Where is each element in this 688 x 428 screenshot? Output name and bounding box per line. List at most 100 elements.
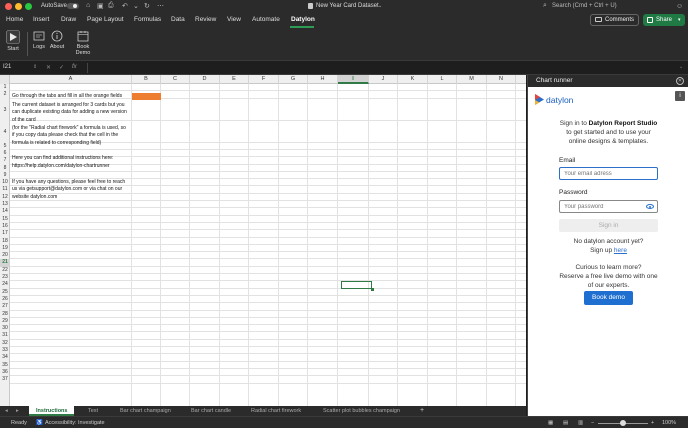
row-header-26[interactable]: 26	[0, 296, 10, 303]
sign-in-button[interactable]: Sign in	[559, 219, 658, 232]
row-header-7[interactable]: 7	[0, 157, 10, 164]
sheet-tab-scatter-plot-bubbles[interactable]: Scatter plot bubbles champaign	[323, 408, 400, 414]
expand-formula-icon[interactable]: ⌄	[679, 64, 683, 70]
tab-view[interactable]: View	[227, 16, 241, 23]
zoom-level[interactable]: 100%	[662, 420, 676, 426]
row-header-13[interactable]: 13	[0, 201, 10, 208]
add-sheet-icon[interactable]: +	[420, 407, 424, 414]
row-header-1[interactable]: 1	[0, 84, 10, 91]
tab-automate[interactable]: Automate	[252, 16, 280, 23]
row-header-18[interactable]: 18	[0, 238, 10, 245]
scroll-left-icon[interactable]: ◂	[5, 408, 8, 414]
column-header-g[interactable]: G	[279, 75, 308, 84]
print-icon[interactable]: ⎙	[108, 2, 114, 10]
row-header-36[interactable]: 36	[0, 369, 10, 376]
document-title[interactable]: New Year Card Dataset	[316, 3, 379, 9]
row-header-5[interactable]: 5	[0, 143, 10, 150]
insert-function-icon[interactable]: fx	[72, 64, 77, 70]
tab-data[interactable]: Data	[171, 16, 185, 23]
name-box-stepper-icon[interactable]: ⇕	[33, 64, 37, 70]
row-header-30[interactable]: 30	[0, 325, 10, 332]
cell-a9-line2[interactable]: us via getsupport@datylon.com or via cha…	[12, 186, 122, 193]
column-header-m[interactable]: M	[457, 75, 487, 84]
row-header-17[interactable]: 17	[0, 230, 10, 237]
tab-formulas[interactable]: Formulas	[134, 16, 161, 23]
autosave-toggle[interactable]	[67, 3, 79, 9]
spreadsheet-grid[interactable]: ABCDEFGHIJKLMN 1 2 3 4 5 6 7 8 9 10 11 12 13 14 15 16 17…	[0, 75, 526, 406]
row-header-35[interactable]: 35	[0, 362, 10, 369]
row-header-24[interactable]: 24	[0, 281, 10, 288]
home-icon[interactable]: ⌂	[86, 2, 90, 9]
row-header-22[interactable]: 22	[0, 267, 10, 274]
cancel-formula-icon[interactable]: ✕	[46, 64, 51, 71]
row-header-12[interactable]: 12	[0, 194, 10, 201]
sheet-tab-bar-chart-champaign[interactable]: Bar chart champaign	[120, 408, 171, 414]
row-header-33[interactable]: 33	[0, 347, 10, 354]
tab-datylon[interactable]: Datylon	[291, 16, 315, 23]
undo-icon[interactable]: ↶	[122, 2, 128, 10]
row-header-20[interactable]: 20	[0, 252, 10, 259]
row-header-6[interactable]: 6	[0, 150, 10, 157]
tab-page-layout[interactable]: Page Layout	[87, 16, 124, 23]
column-header-d[interactable]: D	[190, 75, 220, 84]
column-header-e[interactable]: E	[220, 75, 249, 84]
column-header-i[interactable]: I	[338, 75, 369, 84]
column-header-a[interactable]: A	[10, 75, 132, 84]
tab-draw[interactable]: Draw	[61, 16, 76, 23]
row-header-2[interactable]: 2	[0, 91, 10, 98]
row-header-16[interactable]: 16	[0, 223, 10, 230]
row-header-32[interactable]: 32	[0, 340, 10, 347]
row-header-23[interactable]: 23	[0, 274, 10, 281]
cell-a4-line2[interactable]: if you copy data please check that the c…	[12, 132, 118, 139]
signup-link[interactable]: here	[614, 247, 627, 254]
close-window-button[interactable]	[5, 3, 12, 10]
row-header-4[interactable]: 4	[0, 121, 10, 143]
sheet-tab-bar-chart-candle[interactable]: Bar chart candle	[191, 408, 231, 414]
column-header-b[interactable]: B	[132, 75, 161, 84]
row-header-28[interactable]: 28	[0, 311, 10, 318]
cell-a6[interactable]: Here you can find additional instruction…	[12, 155, 113, 162]
row-header-27[interactable]: 27	[0, 303, 10, 310]
row-header-29[interactable]: 29	[0, 318, 10, 325]
row-header-11[interactable]: 11	[0, 186, 10, 193]
book-demo-ribbon-button[interactable]: Book Demo	[74, 30, 92, 56]
row-header-10[interactable]: 10	[0, 179, 10, 186]
row-header-9[interactable]: 9	[0, 172, 10, 179]
email-input[interactable]	[559, 167, 658, 180]
undo-dropdown-icon[interactable]: ⌄	[133, 2, 139, 10]
normal-view-icon[interactable]: ▦	[548, 420, 553, 426]
comments-button[interactable]: Comments	[590, 14, 639, 26]
row-header-31[interactable]: 31	[0, 332, 10, 339]
profile-icon[interactable]: ☺	[676, 3, 683, 10]
confirm-formula-icon[interactable]: ✓	[59, 64, 64, 71]
cell-a4-line3[interactable]: formula is related to corresponding fiel…	[12, 140, 101, 147]
column-header-h[interactable]: H	[308, 75, 338, 84]
column-header-l[interactable]: L	[428, 75, 457, 84]
share-button[interactable]: Share ▾	[643, 14, 685, 26]
panel-info-button[interactable]: i	[675, 91, 685, 101]
more-icon[interactable]: ⋯	[157, 2, 164, 10]
column-header-j[interactable]: J	[369, 75, 398, 84]
column-header-c[interactable]: C	[161, 75, 190, 84]
save-icon[interactable]: ▣	[97, 2, 104, 10]
show-password-icon[interactable]	[646, 204, 654, 209]
row-header-21[interactable]: 21	[0, 259, 10, 267]
cell-a3-line3[interactable]: of the card	[12, 117, 36, 124]
zoom-in-icon[interactable]: +	[651, 420, 654, 426]
cell-a3-line2[interactable]: can duplicate existing data for adding a…	[12, 109, 127, 116]
row-header-34[interactable]: 34	[0, 354, 10, 361]
book-demo-button[interactable]: Book demo	[584, 291, 633, 305]
redo-icon[interactable]: ↻	[144, 2, 150, 10]
tab-review[interactable]: Review	[195, 16, 216, 23]
scroll-right-icon[interactable]: ▸	[16, 408, 19, 414]
select-all-corner[interactable]	[0, 75, 10, 84]
cell-a4-line1[interactable]: (for the "Radial chart firework" a formu…	[12, 125, 126, 132]
zoom-out-icon[interactable]: −	[591, 420, 594, 426]
title-chevron-icon[interactable]: ⌄	[378, 3, 382, 9]
search-box[interactable]: Search (Cmd + Ctrl + U)	[552, 3, 617, 9]
maximize-window-button[interactable]	[25, 3, 32, 10]
row-header-15[interactable]: 15	[0, 216, 10, 223]
orange-cell-b2[interactable]	[132, 93, 161, 100]
page-layout-view-icon[interactable]: ▤	[563, 420, 568, 426]
page-break-view-icon[interactable]: ▥	[578, 420, 583, 426]
